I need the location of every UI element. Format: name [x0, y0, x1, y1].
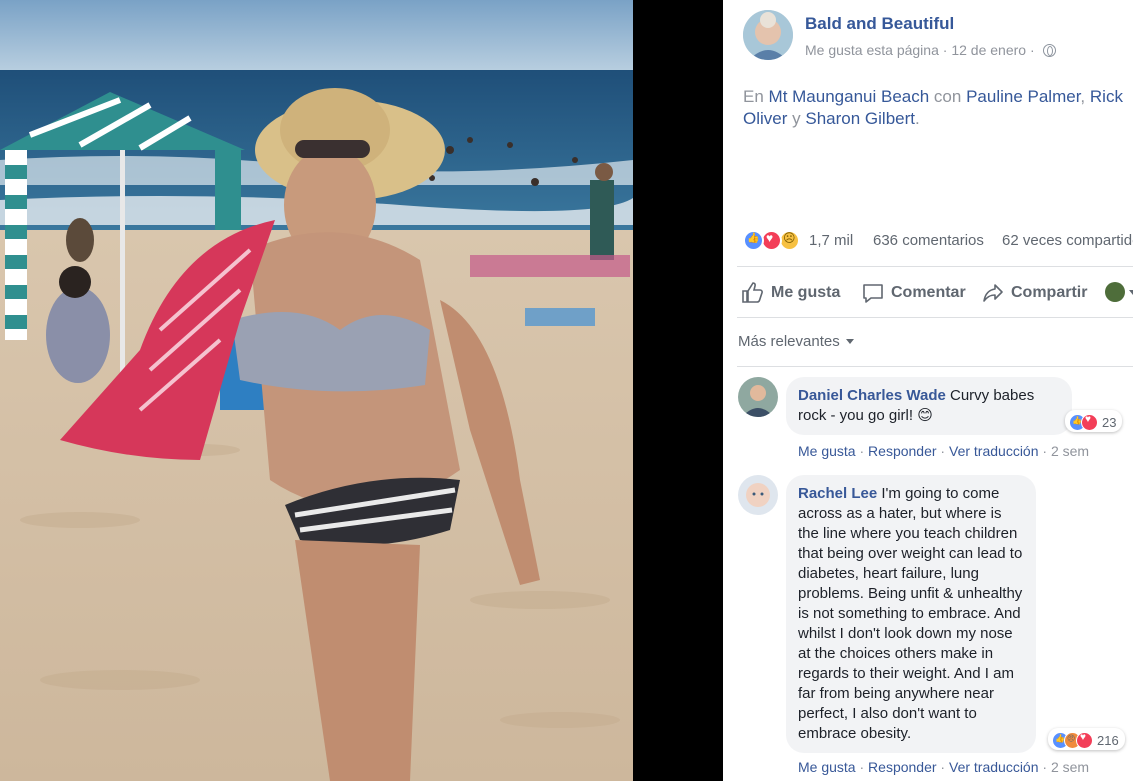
reactor-avatar[interactable]: [1105, 282, 1125, 302]
like-button-label: Me gusta: [771, 284, 841, 301]
comment-translate-link[interactable]: Ver traducción: [949, 759, 1039, 775]
comment-item: Daniel Charles Wade Curvy babes rock - y…: [738, 377, 1133, 467]
post-side-panel: Bald and Beautiful Me gusta esta página …: [723, 0, 1133, 781]
post-text: En Mt Maunganui Beach con Pauline Palmer…: [743, 86, 1133, 130]
comment-actions: Me gusta · Responder · Ver traducción · …: [798, 759, 1090, 775]
comment-reaction-count: 23: [1102, 414, 1117, 430]
tagged-person-link[interactable]: Pauline Palmer: [966, 87, 1080, 106]
post-photo[interactable]: [0, 0, 633, 781]
comment-button[interactable]: Comentar: [861, 278, 966, 308]
comment-author-link[interactable]: Daniel Charles Wade: [798, 387, 946, 404]
share-button-label: Compartir: [1011, 284, 1088, 301]
comment-icon: [863, 284, 883, 303]
commenter-avatar[interactable]: [738, 475, 778, 515]
divider: [737, 317, 1133, 318]
page-avatar-image: [743, 10, 793, 60]
chevron-down-icon: [845, 339, 854, 344]
tagged-person-link[interactable]: Oliver: [743, 109, 787, 128]
text-end: .: [915, 109, 920, 128]
divider: [737, 366, 1133, 367]
share-icon: [983, 284, 1003, 302]
photo-viewer-gap: [633, 0, 723, 781]
comment-bubble: Daniel Charles Wade Curvy babes rock - y…: [786, 377, 1072, 435]
sad-reaction-icon: [779, 230, 800, 251]
commenter-avatar[interactable]: [738, 377, 778, 417]
sort-label: Más relevantes: [738, 333, 840, 350]
like-page-link[interactable]: Me gusta esta página: [805, 42, 939, 58]
comment-reactions[interactable]: 216: [1048, 728, 1125, 750]
comment-bubble: Rachel Lee I'm going to come across as a…: [786, 475, 1036, 753]
commenter-avatar-image: [738, 377, 778, 417]
comment-reply-link[interactable]: Responder: [868, 443, 937, 459]
post-actions: Me gusta Comentar Compartir: [741, 278, 1133, 308]
comment-sort-dropdown[interactable]: Más relevantes: [738, 333, 854, 350]
like-button[interactable]: Me gusta: [741, 278, 840, 308]
comment-time[interactable]: 2 sem: [1051, 443, 1089, 459]
page-name-link[interactable]: Bald and Beautiful: [805, 14, 954, 34]
love-reaction-icon: [1076, 731, 1093, 749]
comment-translate-link[interactable]: Ver traducción: [949, 443, 1039, 459]
text-and: y: [792, 109, 801, 128]
beach-photo-image: [0, 0, 633, 781]
text-separator: ,: [1080, 87, 1086, 106]
globe-icon[interactable]: [1042, 44, 1056, 57]
comment-reactions[interactable]: 23: [1065, 410, 1123, 432]
post-meta: Me gusta esta página · 12 de enero ·: [805, 42, 1056, 58]
comment-actions: Me gusta · Responder · Ver traducción · …: [798, 443, 1090, 459]
commenter-avatar-image: [738, 475, 778, 515]
tagged-person-link[interactable]: Rick: [1090, 87, 1123, 106]
tagged-person-link[interactable]: Sharon Gilbert: [805, 109, 915, 128]
post-date[interactable]: 12 de enero: [951, 42, 1026, 58]
love-reaction-icon: [1081, 413, 1098, 431]
reaction-icons[interactable]: [743, 230, 805, 252]
meta-separator: ·: [1029, 42, 1035, 58]
location-link[interactable]: Mt Maunganui Beach: [769, 87, 930, 106]
thumbs-up-icon: [742, 282, 763, 303]
comment-time[interactable]: 2 sem: [1051, 759, 1089, 775]
comment-reaction-count: 216: [1097, 732, 1119, 748]
comment-author-link[interactable]: Rachel Lee: [798, 485, 877, 502]
comment-like-link[interactable]: Me gusta: [798, 759, 856, 775]
comment-item: Rachel Lee I'm going to come across as a…: [738, 475, 1133, 781]
comment-reply-link[interactable]: Responder: [868, 759, 937, 775]
shares-count-link[interactable]: 62 veces compartido: [1002, 232, 1133, 249]
like-reaction-icon: [743, 230, 764, 251]
comment-button-label: Comentar: [891, 284, 966, 301]
love-reaction-icon: [761, 230, 782, 251]
comments-count-link[interactable]: 636 comentarios: [873, 232, 984, 249]
share-button[interactable]: Compartir: [981, 278, 1087, 308]
chevron-down-icon[interactable]: [1129, 290, 1133, 295]
post-header: Bald and Beautiful Me gusta esta página …: [743, 10, 1133, 66]
page-avatar[interactable]: [743, 10, 793, 60]
comment-like-link[interactable]: Me gusta: [798, 443, 856, 459]
text-with: con: [933, 87, 962, 106]
comment-text: I'm going to come across as a hater, but…: [798, 485, 1023, 742]
reaction-count[interactable]: 1,7 mil: [809, 232, 853, 249]
divider: [737, 266, 1133, 267]
reactions-summary: 1,7 mil 636 comentarios 62 veces compart…: [743, 228, 1133, 254]
text-prefix: En: [743, 87, 764, 106]
